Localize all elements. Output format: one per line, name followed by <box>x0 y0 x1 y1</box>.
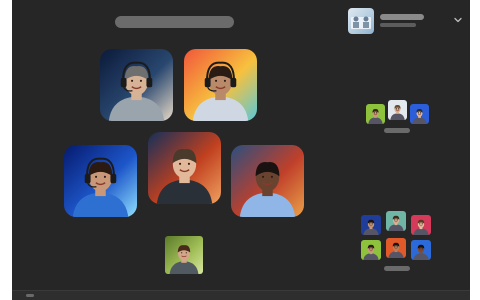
group-member-tile-5[interactable] <box>386 238 406 258</box>
chevron-down-icon[interactable] <box>452 14 464 26</box>
group-member-tile-1[interactable] <box>366 104 385 124</box>
participant-tile-5[interactable] <box>231 145 304 217</box>
participant-tile-4[interactable] <box>148 132 221 204</box>
group-member-tile-3[interactable] <box>411 215 431 235</box>
participant-tile-3[interactable] <box>64 145 137 217</box>
participant-tile-2[interactable] <box>184 49 257 121</box>
account-switcher[interactable] <box>348 8 468 34</box>
conference-window <box>12 0 470 300</box>
group-label-placeholder <box>384 266 410 271</box>
group-label-placeholder <box>384 128 410 133</box>
account-avatar <box>348 8 374 34</box>
group-member-tile-2[interactable] <box>388 100 407 120</box>
account-detail-placeholder <box>380 23 416 27</box>
meeting-title-placeholder <box>115 16 234 28</box>
bottom-toolbar <box>12 290 470 300</box>
group-member-tile-3[interactable] <box>410 104 429 124</box>
group-member-tile-6[interactable] <box>411 240 431 260</box>
participant-tile-6[interactable] <box>165 236 203 274</box>
participant-tile-1[interactable] <box>100 49 173 121</box>
group-member-tile-4[interactable] <box>361 240 381 260</box>
group-member-tile-2[interactable] <box>386 211 406 231</box>
group-member-tile-1[interactable] <box>361 215 381 235</box>
account-name-placeholder <box>380 14 424 20</box>
